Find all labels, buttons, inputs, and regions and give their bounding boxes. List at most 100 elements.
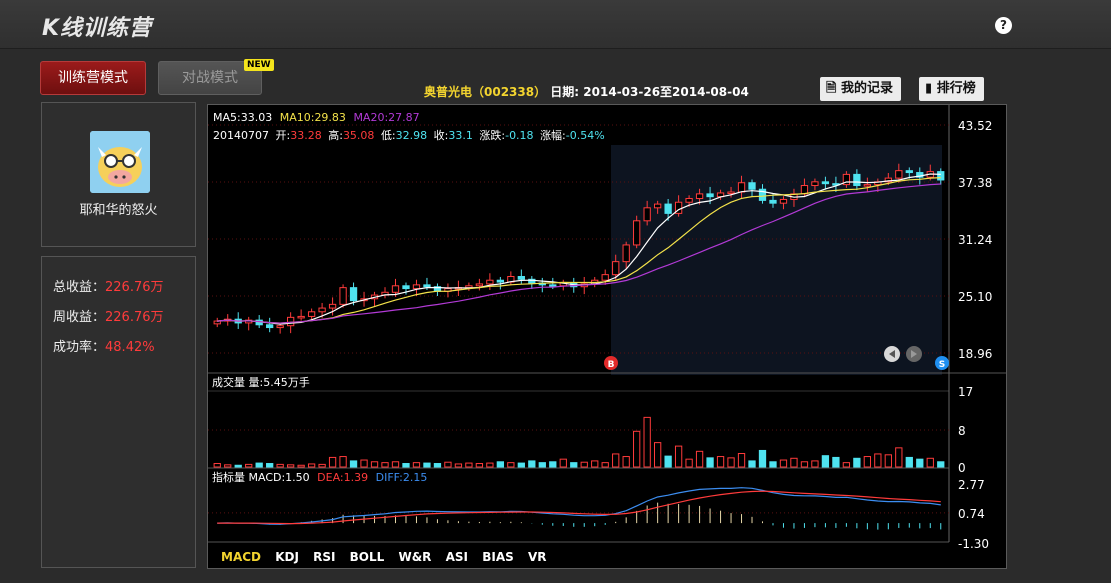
ma20-label: MA20:27.87 <box>353 111 419 124</box>
tab-wr[interactable]: W&R <box>398 550 431 564</box>
tab-kdj[interactable]: KDJ <box>275 550 299 564</box>
candle-body <box>653 203 662 209</box>
candle-body <box>779 198 788 204</box>
volume-label: 成交量 量:5.45万手 <box>212 375 310 389</box>
tab-macd[interactable]: MACD <box>221 550 261 564</box>
volume-bar <box>381 462 389 468</box>
candle-body <box>328 303 337 309</box>
volume-bar <box>863 456 872 468</box>
volume-bar <box>937 461 945 468</box>
volume-bar <box>517 462 525 468</box>
prev-arrow-icon[interactable] <box>884 346 900 362</box>
candle-body <box>811 181 819 187</box>
volume-bar <box>580 461 588 468</box>
volume-bar <box>339 456 347 468</box>
volume-tick: 17 <box>958 385 973 399</box>
sell-marker[interactable]: S <box>935 356 949 370</box>
ohlc-high: 35.08 <box>343 129 375 142</box>
volume-bar <box>370 461 379 468</box>
candle-body <box>685 198 693 203</box>
ohlc-close-label: 收: <box>434 128 449 142</box>
next-arrow-icon[interactable] <box>906 346 922 362</box>
stat-total-profit: 总收益：226.76万 <box>53 276 164 295</box>
buy-marker[interactable]: B <box>604 356 618 370</box>
volume-bar <box>528 460 536 468</box>
candle-body <box>737 182 746 193</box>
chart-svg[interactable]: 43.52 37.38 31.24 25.10 18.96 17 8 0 2.7… <box>208 105 1006 568</box>
volume-bar <box>360 459 368 468</box>
ma5-label: MA5:33.03 <box>213 111 272 124</box>
candle-body <box>286 316 295 327</box>
candle-body <box>402 285 410 290</box>
candle-body <box>633 220 641 246</box>
volume-bar <box>653 442 662 468</box>
stat-value: 226.76万 <box>105 280 164 295</box>
bookmark-icon: ▮ <box>925 81 933 96</box>
candle-body <box>475 283 484 287</box>
ranking-button[interactable]: ▮ 排行榜 <box>919 77 984 101</box>
price-tick: 18.96 <box>958 347 992 361</box>
volume-bar <box>433 463 442 468</box>
candle-body <box>391 285 400 293</box>
ohlc-low: 32.98 <box>396 129 428 142</box>
ma-legend: MA5:33.03 MA10:29.83 MA20:27.87 <box>213 111 420 124</box>
volume-bar <box>685 458 693 468</box>
volume-bars-group <box>208 416 949 468</box>
ohlc-chg: -0.18 <box>505 129 533 142</box>
candle-body <box>695 193 704 200</box>
help-icon[interactable]: ? <box>995 17 1012 34</box>
volume-bar <box>538 462 546 468</box>
volume-bar <box>633 430 641 468</box>
price-tick: 25.10 <box>958 290 992 304</box>
tab-bias[interactable]: BIAS <box>482 550 514 564</box>
volume-bar <box>276 463 284 468</box>
ohlc-open-label: 开: <box>276 129 291 142</box>
tab-boll[interactable]: BOLL <box>350 550 385 564</box>
volume-bar <box>842 462 851 468</box>
volume-bar <box>224 464 232 468</box>
sell-marker-label: S <box>939 360 945 370</box>
volume-bar <box>391 461 400 468</box>
volume-bar <box>716 456 725 468</box>
kline-chart[interactable]: 43.52 37.38 31.24 25.10 18.96 17 8 0 2.7… <box>207 104 1007 569</box>
volume-tick: 0 <box>958 461 966 475</box>
my-records-button[interactable]: 🗎 我的记录 <box>820 77 901 101</box>
username: 耶和华的怒火 <box>79 203 158 218</box>
volume-bar <box>874 453 882 468</box>
price-tick: 37.38 <box>958 176 992 190</box>
volume-bar <box>905 456 913 468</box>
stat-success-rate: 成功率：48.42% <box>53 336 155 355</box>
candle-body <box>517 276 525 280</box>
volume-bar <box>297 464 305 468</box>
volume-bar <box>612 453 620 468</box>
dea-value: DEA:1.39 <box>317 471 368 484</box>
volume-bar <box>328 456 337 468</box>
tab-vr[interactable]: VR <box>528 550 547 564</box>
tab-asi[interactable]: ASI <box>446 550 468 564</box>
candle-body <box>706 193 714 198</box>
volume-bar <box>570 462 578 468</box>
volume-bar <box>916 458 924 468</box>
volume-bar <box>234 464 242 468</box>
volume-bar <box>213 463 221 468</box>
cow-avatar-icon <box>90 131 150 193</box>
avatar[interactable] <box>90 131 150 193</box>
ohlc-high-label: 高: <box>328 128 343 142</box>
candle-body <box>318 307 326 313</box>
macd-tick: 2.77 <box>958 478 985 492</box>
volume-bar <box>266 463 274 468</box>
candle-body <box>664 203 672 214</box>
volume-bar <box>402 463 410 468</box>
volume-bar <box>465 462 473 468</box>
stock-info: 奥普光电（002338） 日期: 2014-03-26至2014-08-04 <box>424 83 749 100</box>
volume-bar <box>622 456 630 468</box>
volume-bar <box>674 445 683 468</box>
volume-bar <box>706 457 714 468</box>
training-mode-button[interactable]: 训练营模式 <box>40 61 146 95</box>
tab-rsi[interactable]: RSI <box>313 550 335 564</box>
volume-bar <box>286 464 295 468</box>
volume-bar <box>486 462 494 468</box>
candle-body <box>297 315 305 319</box>
volume-bar <box>318 463 326 468</box>
volume-bar <box>559 458 567 468</box>
